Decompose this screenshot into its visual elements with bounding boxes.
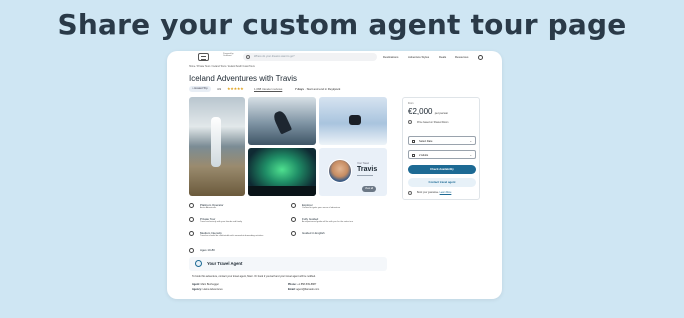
guarantee-label: Book your guarantee. bbox=[417, 192, 439, 194]
avatar bbox=[328, 159, 352, 183]
chevron-down-icon: ⌄ bbox=[469, 153, 472, 157]
agent-card[interactable]: Your Travel Travis View all bbox=[319, 148, 387, 196]
photo-aurora[interactable] bbox=[248, 148, 316, 196]
agent-value: Marc Buchegger bbox=[200, 283, 219, 286]
hosted-trip-label: Hosted Trip bbox=[194, 87, 208, 90]
info-icon bbox=[408, 120, 412, 124]
reviews-link[interactable]: 1,088 traveler reviews bbox=[254, 87, 282, 91]
nav-resources[interactable]: Resources bbox=[455, 55, 468, 59]
guests-select[interactable]: 2 Adults ⌄ bbox=[408, 150, 476, 159]
agent-row: Agent: Marc Buchegger bbox=[192, 283, 219, 286]
travel-agent-title: Your Travel Agent bbox=[207, 261, 243, 266]
photo-waterfall[interactable] bbox=[189, 97, 245, 196]
route-text: Start and end in Reykjavík bbox=[306, 87, 341, 91]
calendar-icon bbox=[412, 139, 415, 143]
view-all-button[interactable]: View all bbox=[362, 186, 377, 192]
price-per: per person bbox=[434, 111, 449, 115]
rating-value: 4.9 bbox=[217, 87, 222, 91]
medal-icon bbox=[189, 203, 194, 208]
guests-select-label: 2 Adults bbox=[419, 153, 429, 157]
site-header: Powered by YouBoost Where do your dreams… bbox=[167, 51, 502, 64]
headline: Share your custom agent tour page bbox=[57, 8, 627, 41]
feature-title: Ages 10-80 bbox=[200, 248, 215, 252]
booking-card: From €2,000 per person Price based on Sh… bbox=[402, 97, 480, 200]
agent-label: Agent: bbox=[192, 283, 200, 286]
feature-sub: Travel exclusively with your friends and… bbox=[200, 221, 243, 223]
language-icon bbox=[291, 231, 296, 236]
hosted-trip-badge: ⌂ Hosted Trip bbox=[189, 86, 211, 92]
chevron-down-icon: ⌄ bbox=[469, 139, 472, 143]
nav-destinations[interactable]: Destinations bbox=[383, 55, 398, 59]
email-value[interactable]: agent@llamado.com bbox=[296, 288, 319, 291]
agency-label: Agency: bbox=[192, 288, 202, 291]
date-select-label: Select Date bbox=[419, 139, 433, 143]
travel-agent-header: Your Travel Agent bbox=[189, 257, 387, 271]
price: €2,000 per person bbox=[408, 107, 448, 116]
travel-agent-section: Your Travel Agent To book this adventure… bbox=[189, 257, 387, 299]
agent-icon bbox=[195, 260, 202, 267]
feature-sub: Curated to ignite your sense of adventur… bbox=[302, 207, 341, 209]
agent-card-label: Your Travel bbox=[357, 162, 370, 165]
travel-agent-body: To book this adventure, contact your tra… bbox=[192, 275, 316, 278]
agent-card-name: Travis bbox=[357, 166, 378, 173]
powered-by: Powered by YouBoost bbox=[223, 53, 234, 58]
search-bar[interactable]: Where do your dreams want to go? bbox=[243, 53, 377, 61]
phone-value[interactable]: +1 858-539-8887 bbox=[297, 283, 316, 286]
age-icon bbox=[189, 248, 194, 253]
phone-row: Phone: +1 858-539-8887 bbox=[288, 283, 316, 286]
feature-sub: An experienced guide will be with you fo… bbox=[302, 221, 354, 223]
page-title: Iceland Adventures with Travis bbox=[189, 74, 298, 83]
check-availability-button[interactable]: Check Availability bbox=[408, 165, 476, 174]
email-row: Email: agent@llamado.com bbox=[288, 288, 319, 291]
globe-icon[interactable] bbox=[478, 55, 483, 60]
tour-page-frame: Powered by YouBoost Where do your dreams… bbox=[167, 51, 502, 299]
breadcrumb[interactable]: Home / Private Tours / Iceland Tours / I… bbox=[189, 66, 255, 68]
price-note: Price based on Shared Room bbox=[417, 121, 449, 124]
feature-sub: Arctic Adventures bbox=[200, 207, 217, 209]
phone-label: Phone: bbox=[288, 283, 297, 286]
guide-icon bbox=[291, 217, 296, 222]
rating-stars: ★★★★★ bbox=[227, 86, 244, 91]
learn-more-link[interactable]: Learn More bbox=[440, 192, 452, 194]
search-icon bbox=[246, 54, 250, 59]
person-icon bbox=[412, 153, 415, 157]
email-label: Email: bbox=[288, 288, 296, 291]
compass-icon bbox=[291, 203, 296, 208]
price-value: €2,000 bbox=[408, 107, 433, 116]
signature-line bbox=[357, 175, 373, 176]
guarantee-text: Book your guarantee. Learn More bbox=[417, 192, 451, 194]
date-select[interactable]: Select Date ⌄ bbox=[408, 136, 476, 145]
tour-duration: 7 days · Start and end in Reykjavík bbox=[295, 87, 341, 91]
feature-title: Guided in English bbox=[302, 231, 325, 235]
feature-sub: Travelers should be comfortable with som… bbox=[200, 235, 264, 237]
nav-deals[interactable]: Deals bbox=[439, 55, 446, 59]
site-logo[interactable] bbox=[198, 53, 209, 61]
from-label: From bbox=[408, 103, 414, 105]
group-icon bbox=[189, 217, 194, 222]
agency-value: Llama Adventures bbox=[202, 288, 223, 291]
photo-whale[interactable] bbox=[248, 97, 316, 145]
contact-agent-button[interactable]: Contact travel agent bbox=[408, 178, 476, 187]
agency-row: Agency: Llama Adventures bbox=[192, 288, 223, 291]
search-input[interactable]: Where do your dreams want to go? bbox=[254, 55, 295, 58]
shield-icon bbox=[408, 191, 412, 195]
hiker-icon bbox=[189, 231, 194, 236]
nav-adventure-styles[interactable]: Adventure Styles bbox=[408, 55, 429, 59]
photo-snowmobile[interactable] bbox=[319, 97, 387, 145]
duration-value: 7 days bbox=[295, 87, 304, 91]
